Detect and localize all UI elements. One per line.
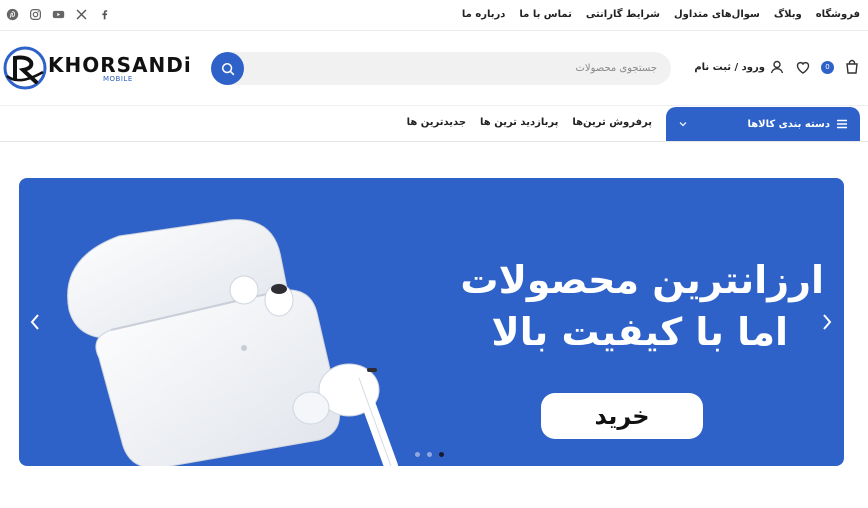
search-bar xyxy=(211,52,671,85)
search-icon xyxy=(221,62,234,75)
login-register-link[interactable]: ورود / ثبت نام xyxy=(694,59,785,75)
slider-dot[interactable] xyxy=(415,452,420,457)
search-input[interactable] xyxy=(251,52,663,85)
header-actions: 0 ورود / ثبت نام xyxy=(694,59,860,75)
pinterest-icon[interactable] xyxy=(6,8,19,21)
cart-count-badge: 0 xyxy=(821,60,834,74)
login-label: ورود / ثبت نام xyxy=(694,61,765,73)
slider-dots xyxy=(415,452,444,457)
top-nav-shop[interactable]: فروشگاه xyxy=(816,9,860,20)
hero-buy-button[interactable]: خرید xyxy=(541,393,703,439)
logo-mark-icon xyxy=(3,46,47,90)
hero-line-2: اما با کیفیت بالا xyxy=(491,310,788,354)
categories-label: دسته بندی کالاها xyxy=(747,118,830,130)
top-nav-about[interactable]: درباره ما xyxy=(462,9,506,20)
slider-dot-active[interactable] xyxy=(439,452,444,457)
nav-menu: پرفروش ترین‌ها پربازدید ترین ها جدیدترین… xyxy=(407,117,652,128)
top-nav-faq[interactable]: سوال‌های متداول xyxy=(674,9,760,20)
logo-subtext: MOBILE xyxy=(103,75,133,83)
chevron-down-icon xyxy=(679,122,687,127)
nav-most-viewed[interactable]: پربازدید ترین ها xyxy=(480,117,558,128)
instagram-icon[interactable] xyxy=(29,8,42,21)
slider-prev-arrow[interactable] xyxy=(28,312,42,332)
chevron-left-icon xyxy=(30,314,39,330)
top-bar: فروشگاه وبلاگ سوال‌های متداول شرایط گارا… xyxy=(0,0,868,31)
hero-slider: ارزانترین محصولات اما با کیفیت بالا خرید xyxy=(19,178,844,466)
user-icon xyxy=(769,59,785,75)
social-links xyxy=(6,8,111,21)
top-nav-warranty[interactable]: شرایط گارانتی xyxy=(586,9,660,20)
top-nav-blog[interactable]: وبلاگ xyxy=(774,9,802,20)
x-icon[interactable] xyxy=(75,8,88,21)
cart-icon[interactable] xyxy=(844,59,860,75)
airpods-product-image xyxy=(67,219,398,466)
search-button[interactable] xyxy=(211,52,244,85)
nav-newest[interactable]: جدیدترین ها xyxy=(407,117,466,128)
wishlist-heart-icon[interactable] xyxy=(795,59,811,75)
hero-headline: ارزانترین محصولات اما با کیفیت بالا xyxy=(384,254,824,358)
logo-text: KHORSANDi xyxy=(48,53,192,77)
facebook-icon[interactable] xyxy=(98,8,111,21)
youtube-icon[interactable] xyxy=(52,8,65,21)
categories-button[interactable]: دسته بندی کالاها xyxy=(666,107,860,141)
nav-bestsellers[interactable]: پرفروش ترین‌ها xyxy=(572,117,652,128)
main-nav: دسته بندی کالاها پرفروش ترین‌ها پربازدید… xyxy=(0,106,868,142)
site-logo[interactable]: KHORSANDi MOBILE xyxy=(3,46,191,92)
top-nav: فروشگاه وبلاگ سوال‌های متداول شرایط گارا… xyxy=(462,9,860,20)
menu-icon xyxy=(837,119,847,129)
site-header: KHORSANDi MOBILE 0 ورود / ثبت نام xyxy=(0,31,868,106)
hero-line-1: ارزانترین محصولات xyxy=(460,258,824,302)
slider-dot[interactable] xyxy=(427,452,432,457)
top-nav-contact[interactable]: تماس با ما xyxy=(519,9,571,20)
